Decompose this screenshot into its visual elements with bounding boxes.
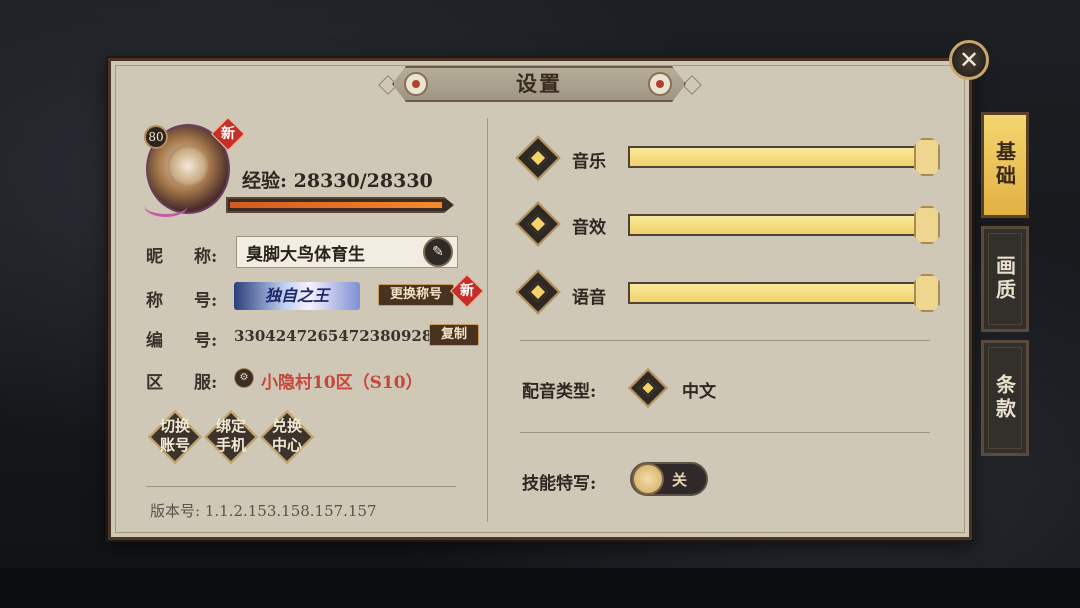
copy-button[interactable]: 复制	[429, 324, 479, 346]
server-label: 区 服:	[146, 368, 217, 393]
level-badge: 80	[144, 125, 168, 149]
tab-terms[interactable]: 条款	[981, 340, 1029, 456]
avatar-swirl	[144, 194, 188, 217]
exp-text: 经验: 28330/28330	[242, 170, 433, 192]
version-text: 版本号: 1.1.2.153.158.157.157	[150, 502, 377, 520]
tab-graphics-label: 画质	[992, 255, 1017, 303]
skill-closeup-toggle-thumb[interactable]	[632, 463, 664, 495]
uid-label-a: 编	[146, 331, 163, 351]
nickname-label: 昵 称:	[146, 242, 217, 267]
uid-label: 编 号:	[146, 326, 217, 351]
redeem-center-button[interactable]: 兑换 中心	[260, 410, 314, 464]
title-label-a: 称	[146, 291, 163, 311]
change-title-button[interactable]: 更换称号	[378, 284, 454, 306]
avatar-face	[168, 146, 208, 186]
music-slider-handle[interactable]	[914, 138, 940, 176]
tab-graphics[interactable]: 画质	[981, 226, 1029, 332]
exp-bar-fill	[230, 202, 442, 208]
sfx-diamond-icon	[515, 201, 561, 247]
nickname-label-a: 昵	[146, 247, 163, 267]
column-divider	[487, 118, 488, 522]
sfx-label: 音效	[572, 218, 606, 238]
switch-account-button[interactable]: 切换 账号	[148, 410, 202, 464]
switch-account-label: 切换 账号	[159, 417, 190, 454]
edit-nickname-icon[interactable]: ✎	[423, 237, 453, 267]
new-badge-avatar-text: 新	[221, 126, 235, 142]
voice-type-value: 中文	[682, 382, 716, 402]
voice-slider-handle[interactable]	[914, 274, 940, 312]
voice-label: 语音	[572, 288, 606, 308]
new-badge-title-text: 新	[460, 283, 474, 299]
voice-diamond-icon	[515, 269, 561, 315]
voice-type-selector[interactable]	[628, 368, 668, 408]
tab-terms-label: 条款	[992, 374, 1017, 422]
music-diamond-icon	[515, 135, 561, 181]
server-icon: ⚙	[234, 368, 254, 388]
server-label-a: 区	[146, 373, 163, 393]
skill-closeup-state: 关	[672, 471, 688, 489]
title-label-b: 号:	[194, 291, 218, 311]
sfx-slider[interactable]	[628, 214, 922, 236]
server-value: 小隐村10区（S10）	[261, 373, 423, 393]
sfx-slider-handle[interactable]	[914, 206, 940, 244]
player-title-badge: 独自之王	[234, 282, 360, 310]
nickname-label-b: 称:	[194, 247, 218, 267]
audio-divider	[520, 340, 930, 341]
music-label: 音乐	[572, 152, 606, 172]
tab-basic[interactable]: 基础	[981, 112, 1029, 218]
redeem-center-label: 兑换 中心	[271, 417, 302, 454]
bind-phone-button[interactable]: 绑定 手机	[204, 410, 258, 464]
version-divider	[146, 486, 456, 487]
exp-bar	[226, 197, 454, 213]
voice-slider[interactable]	[628, 282, 922, 304]
tab-basic-label: 基础	[992, 141, 1017, 189]
bind-phone-label: 绑定 手机	[215, 417, 246, 454]
voice-slider-fill	[630, 284, 920, 302]
close-button[interactable]: ✕	[949, 40, 989, 80]
server-label-b: 服:	[194, 373, 218, 393]
voice-divider	[520, 432, 930, 433]
sfx-slider-fill	[630, 216, 920, 234]
voice-type-label: 配音类型:	[522, 382, 597, 402]
title-label: 称 号:	[146, 286, 217, 311]
skill-closeup-label: 技能特写:	[522, 474, 597, 494]
nickname-value: 臭脚大鸟体育生	[246, 245, 365, 265]
uid-label-b: 号:	[194, 331, 218, 351]
uid-value: 3304247265472380928	[234, 327, 433, 345]
background-strip	[0, 568, 1080, 608]
music-slider-fill	[630, 148, 920, 166]
music-slider[interactable]	[628, 146, 922, 168]
dialog-title: 设置	[516, 71, 562, 96]
